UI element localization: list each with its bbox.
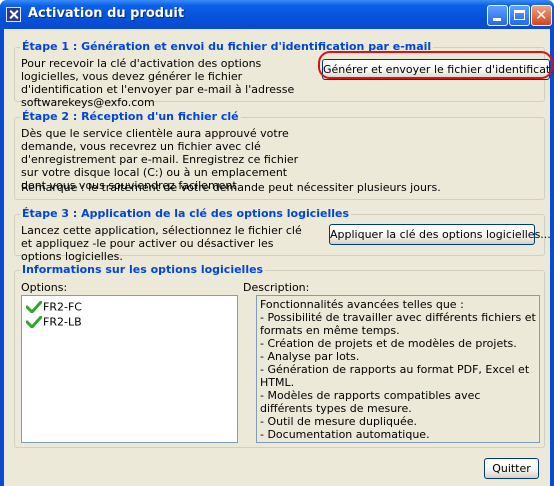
title-bar[interactable]: Activation du produit ✕ [0, 0, 554, 29]
info-heading: Informations sur les options logicielles [20, 263, 266, 276]
maximize-button[interactable] [509, 5, 530, 26]
list-item[interactable]: FR2-LB [26, 315, 82, 329]
description-text-area[interactable]: Fonctionnalités avancées telles que : - … [256, 295, 540, 443]
green-check-icon [26, 301, 42, 313]
step2-note: Remarque : le traitement de votre demand… [21, 181, 441, 194]
close-icon: ✕ [535, 6, 548, 24]
description-line: - Génération de rapports au format PDF, … [260, 363, 530, 389]
description-line: - Modèles de rapports compatibles avec d… [260, 389, 481, 415]
description-label: Description: [243, 281, 310, 294]
description-line: Fonctionnalités avancées telles que : [260, 298, 464, 311]
quit-button[interactable]: Quitter [484, 458, 539, 479]
maximize-icon [514, 10, 525, 20]
description-line: - Possibilité de travailler avec différe… [260, 311, 536, 337]
description-line: - Outil de mesure dupliquée. [260, 415, 418, 428]
minimize-icon [493, 18, 501, 21]
options-label: Options: [21, 281, 68, 294]
close-button[interactable]: ✕ [531, 5, 552, 26]
red-highlight-annotation [318, 51, 553, 79]
window-title: Activation du produit [28, 6, 185, 21]
step2-group: Étape 2 : Réception d'un fichier clé Dès… [14, 110, 545, 200]
dialog-client-area: Étape 1 : Génération et envoi du fichier… [4, 29, 554, 486]
step3-heading: Étape 3 : Application de la clé des opti… [20, 207, 352, 220]
apply-key-button[interactable]: Appliquer la clé des options logicielles… [329, 224, 551, 245]
option-name: FR2-FC [43, 300, 82, 314]
activation-window: Activation du produit ✕ Étape 1 : Généra… [0, 0, 554, 486]
options-list[interactable]: FR2-FC FR2-LB [21, 295, 238, 443]
app-icon [6, 7, 21, 22]
step3-description: Lancez cette application, sélectionnez l… [21, 224, 302, 263]
step3-group: Étape 3 : Application de la clé des opti… [14, 207, 551, 263]
info-group: Informations sur les options logicielles… [14, 263, 545, 448]
green-check-icon [26, 316, 42, 328]
description-line: - Analyse par lots. [260, 350, 360, 363]
list-item[interactable]: FR2-FC [26, 300, 82, 314]
step1-description: Pour recevoir la clé d'activation des op… [21, 57, 295, 109]
minimize-button[interactable] [487, 5, 508, 26]
description-line: - Création de projets et de modèles de p… [260, 337, 517, 350]
description-line: - Documentation automatique. [260, 428, 430, 441]
step2-heading: Étape 2 : Réception d'un fichier clé [20, 110, 241, 123]
option-name: FR2-LB [43, 315, 82, 329]
